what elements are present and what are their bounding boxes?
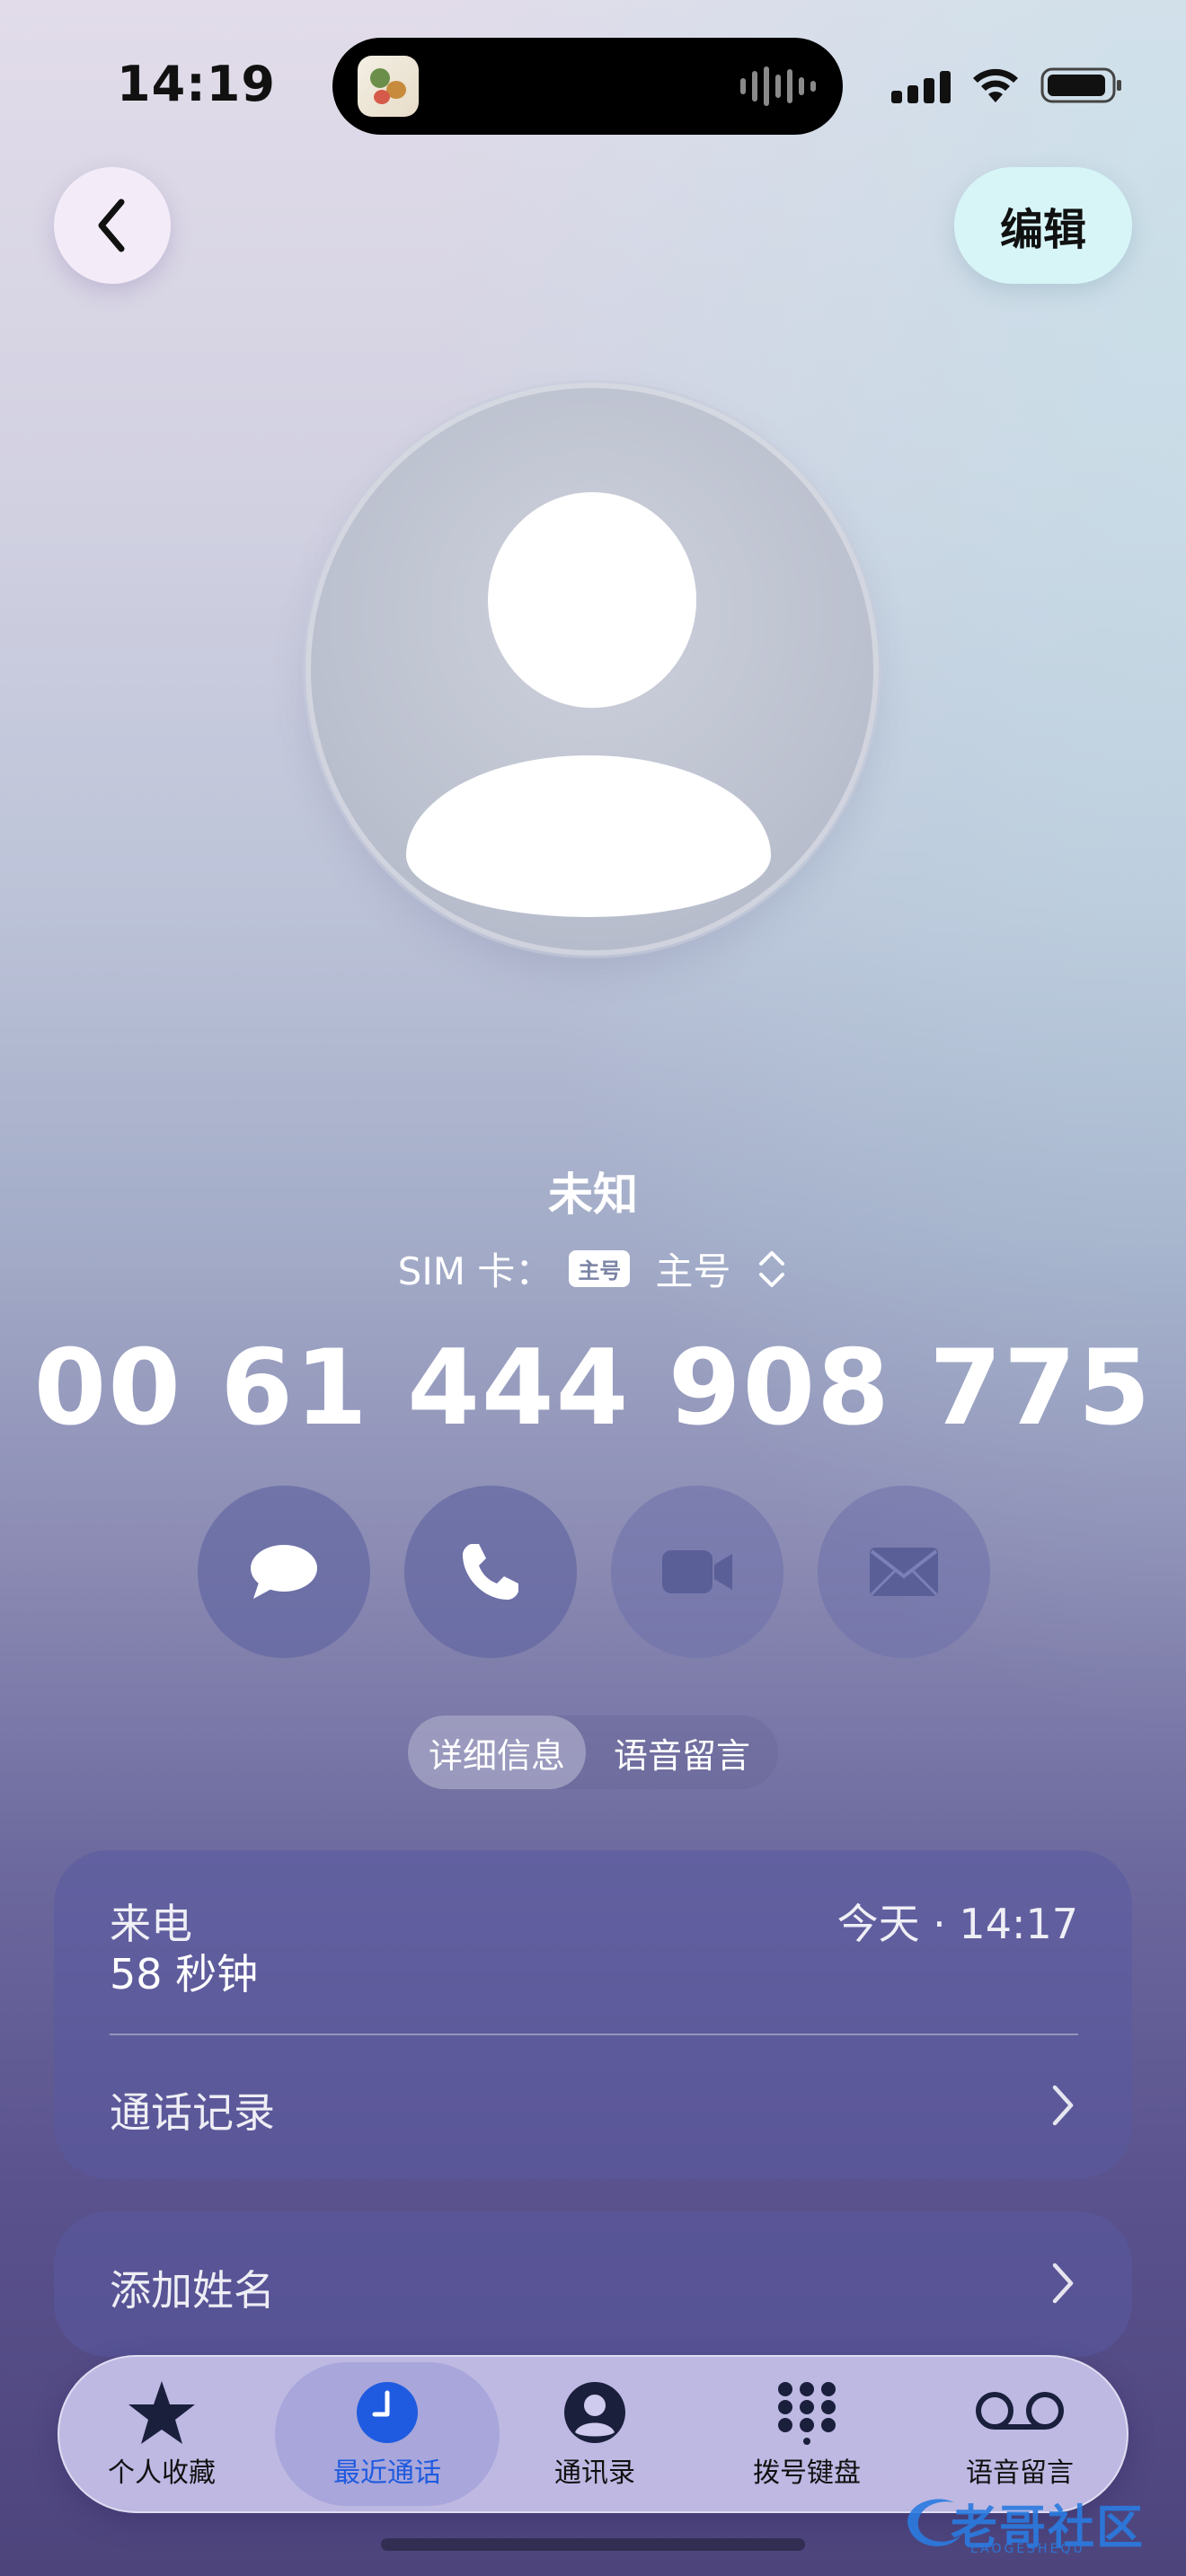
sim-prefix: SIM 卡： bbox=[397, 1249, 553, 1293]
call-duration: 58 秒钟 bbox=[110, 1950, 259, 1998]
tab-label: 个人收藏 bbox=[108, 2457, 216, 2489]
message-button[interactable] bbox=[198, 1486, 370, 1658]
star-icon bbox=[128, 2381, 195, 2444]
video-call-button[interactable] bbox=[611, 1486, 783, 1658]
edit-button[interactable]: 编辑 bbox=[954, 167, 1132, 284]
sim-badge: 主号 bbox=[569, 1250, 631, 1287]
voicemail-icon bbox=[976, 2392, 1064, 2430]
chevron-up-down-icon bbox=[759, 1250, 785, 1287]
watermark-subtext: LAOGESHEQU bbox=[970, 2542, 1085, 2556]
tab-contacts[interactable]: 通讯录 bbox=[505, 2355, 685, 2513]
video-icon bbox=[662, 1550, 732, 1593]
action-buttons bbox=[198, 1486, 990, 1658]
contact-avatar bbox=[305, 383, 879, 956]
sim-name: 主号 bbox=[655, 1249, 731, 1293]
sim-selector[interactable]: SIM 卡： 主号 主号 bbox=[0, 1241, 1186, 1296]
tab-recents[interactable]: 最近通话 bbox=[275, 2362, 500, 2506]
home-indicator[interactable] bbox=[381, 2538, 805, 2551]
message-icon bbox=[251, 1545, 317, 1599]
tab-label: 最近通话 bbox=[333, 2457, 441, 2489]
tab-keypad[interactable]: 拨号键盘 bbox=[708, 2355, 906, 2513]
call-info-card: 来电 58 秒钟 今天 · 14:17 通话记录 bbox=[54, 1850, 1132, 2179]
clock-icon bbox=[357, 2382, 418, 2443]
tab-label: 拨号键盘 bbox=[753, 2457, 861, 2489]
add-name-row[interactable]: 添加姓名 bbox=[54, 2211, 1132, 2357]
call-button[interactable] bbox=[404, 1486, 577, 1658]
avatar-body bbox=[406, 755, 771, 917]
audio-wave-icon bbox=[740, 66, 816, 106]
chevron-right-icon bbox=[1052, 2085, 1074, 2126]
cellular-signal-icon bbox=[891, 67, 951, 103]
person-icon bbox=[564, 2382, 625, 2443]
tab-label: 通讯录 bbox=[554, 2457, 635, 2489]
phone-number: 00 61 444 908 775 bbox=[33, 1328, 1153, 1449]
chevron-left-icon bbox=[98, 198, 125, 252]
live-activity-app-icon bbox=[358, 56, 419, 117]
chevron-right-icon bbox=[1052, 2263, 1074, 2304]
add-name-label: 添加姓名 bbox=[110, 2266, 275, 2315]
detail-segmented-control: 详细信息 语音留言 bbox=[408, 1716, 778, 1789]
contact-name: 未知 bbox=[548, 1169, 638, 1221]
phone-icon bbox=[463, 1544, 518, 1600]
status-icons bbox=[891, 66, 1123, 104]
tab-favorites[interactable]: 个人收藏 bbox=[72, 2355, 252, 2513]
back-button[interactable] bbox=[54, 167, 171, 284]
dynamic-island[interactable] bbox=[332, 38, 843, 135]
wifi-icon bbox=[973, 68, 1018, 102]
tab-details[interactable]: 详细信息 bbox=[408, 1716, 586, 1789]
mail-button[interactable] bbox=[818, 1486, 990, 1658]
battery-icon bbox=[1040, 67, 1121, 103]
call-history-label: 通话记录 bbox=[110, 2088, 275, 2137]
call-history-row[interactable]: 通话记录 bbox=[54, 2035, 1132, 2179]
mail-icon bbox=[870, 1548, 938, 1596]
status-time: 14:19 bbox=[117, 56, 276, 112]
avatar-head bbox=[488, 492, 696, 708]
watermark-logo: 老哥社区 LAOGESHEQU bbox=[898, 2484, 1168, 2562]
keypad-icon bbox=[778, 2382, 836, 2445]
tab-voicemail[interactable]: 语音留言 bbox=[586, 1716, 778, 1789]
call-time: 今天 · 14:17 bbox=[836, 1900, 1078, 1948]
